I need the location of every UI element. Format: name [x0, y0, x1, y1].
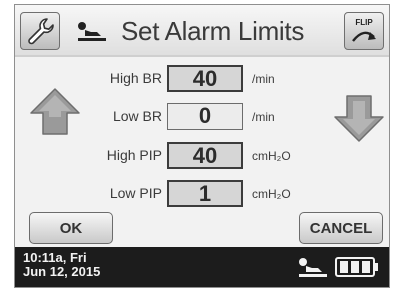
- flip-label: FLIP: [355, 18, 373, 27]
- patient-supine-icon: [78, 22, 106, 41]
- header-bar: Set Alarm Limits FLIP: [15, 5, 389, 57]
- down-arrow-icon: [334, 95, 384, 142]
- decrease-arrow-button[interactable]: [333, 93, 385, 143]
- high-br-unit: /min: [252, 72, 275, 86]
- high-pip-value[interactable]: 40: [167, 142, 243, 169]
- cancel-button[interactable]: CANCEL: [299, 212, 383, 244]
- low-br-label: Low BR: [112, 108, 162, 124]
- low-pip-unit: cmH₂O: [252, 187, 291, 201]
- high-pip-label: High PIP: [106, 147, 162, 163]
- high-br-value[interactable]: 40: [167, 65, 243, 92]
- high-pip-unit: cmH₂O: [252, 149, 291, 163]
- low-pip-label: Low PIP: [109, 185, 162, 201]
- page-title: Set Alarm Limits: [121, 16, 305, 46]
- date-time: 10:11a, Fri Jun 12, 2015: [23, 250, 101, 279]
- low-pip-value[interactable]: 1: [167, 180, 243, 207]
- flip-arrow-icon: [352, 31, 376, 42]
- low-br-unit: /min: [252, 110, 275, 124]
- flip-button[interactable]: FLIP: [344, 12, 384, 50]
- battery-icon: [335, 257, 378, 277]
- status-bar: 10:11a, Fri Jun 12, 2015: [15, 247, 389, 287]
- alarm-limits-screen: Set Alarm Limits FLIP High BR 40 /min Lo…: [14, 4, 390, 288]
- wrench-icon: [28, 18, 54, 45]
- ok-button[interactable]: OK: [29, 212, 113, 244]
- settings-button[interactable]: [20, 12, 60, 50]
- patient-supine-icon: [299, 258, 327, 277]
- high-br-label: High BR: [109, 70, 162, 86]
- low-br-value[interactable]: 0: [167, 103, 243, 130]
